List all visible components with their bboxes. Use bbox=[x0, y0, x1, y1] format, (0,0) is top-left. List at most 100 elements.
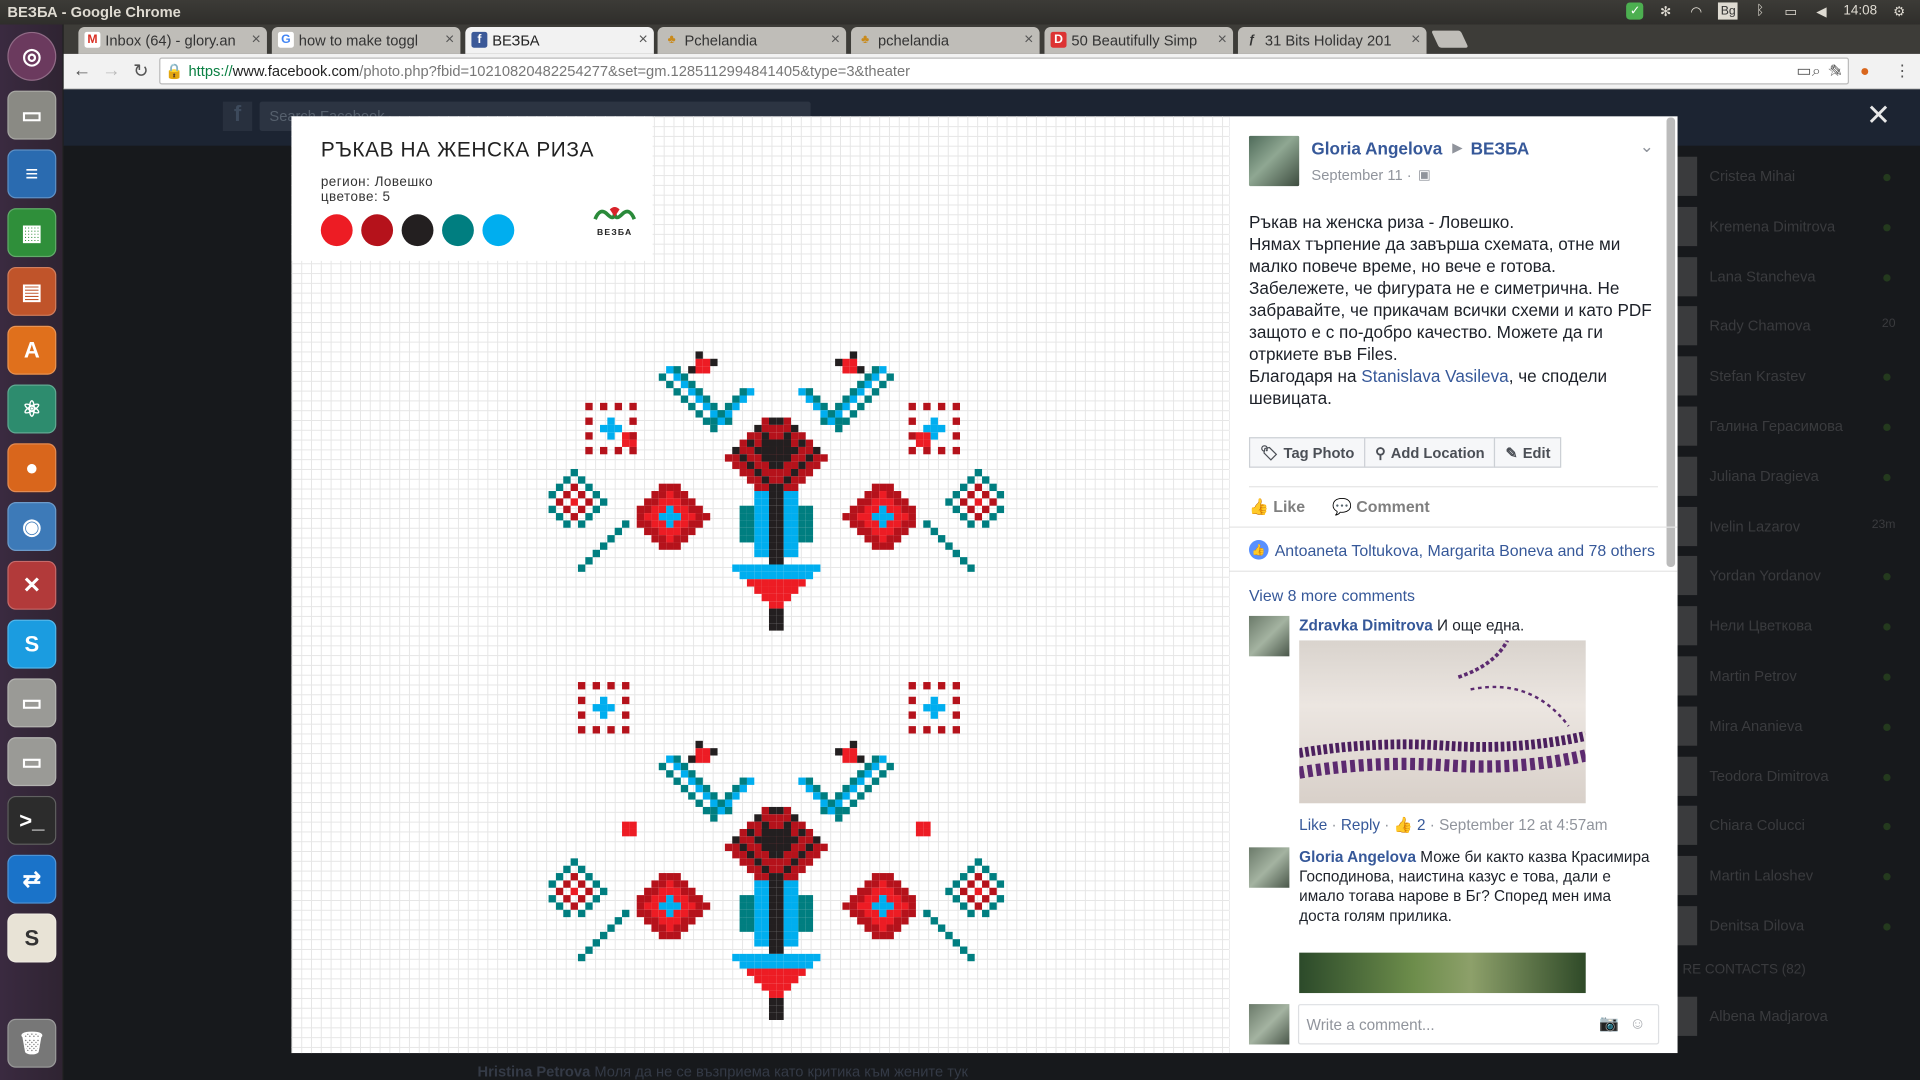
impress-icon[interactable]: ▤ bbox=[7, 266, 57, 316]
comment-author-link[interactable]: Zdravka Dimitrova bbox=[1299, 617, 1433, 634]
browser-tab[interactable]: ♣ pchelandia × bbox=[851, 26, 1040, 54]
close-tab-icon[interactable]: × bbox=[1024, 29, 1033, 47]
browser-tab[interactable]: f ВЕЗБА × bbox=[465, 26, 654, 54]
extension-icon[interactable]: ● bbox=[1860, 61, 1870, 79]
zoom-icon[interactable]: ⌕ bbox=[1812, 61, 1821, 81]
write-comment-input[interactable]: Write a comment... 📷 ☺ bbox=[1297, 1004, 1660, 1045]
skype-icon[interactable]: S bbox=[7, 619, 57, 669]
eyedropper-extension-icon[interactable]: ✎ bbox=[1829, 61, 1842, 81]
files-icon[interactable]: ▭ bbox=[7, 90, 57, 140]
browser-tab[interactable]: ƒ 31 Bits Holiday 201 × bbox=[1237, 26, 1427, 54]
comment-like-count[interactable]: 👍 2 bbox=[1394, 817, 1426, 834]
volume-icon[interactable]: ◀ bbox=[1813, 2, 1830, 19]
chevron-down-icon[interactable]: ⌄ bbox=[1640, 136, 1654, 157]
wifi-icon[interactable]: ◠ bbox=[1688, 2, 1705, 19]
close-tab-icon[interactable]: × bbox=[445, 29, 454, 47]
status-check-icon[interactable]: ✓ bbox=[1626, 2, 1644, 20]
chat-contact[interactable]: Teodora Dimitrova bbox=[1677, 751, 1920, 800]
close-theater-icon[interactable]: ✕ bbox=[1866, 98, 1891, 134]
likes-summary[interactable]: 👍 Antoaneta Toltukova, Margarita Boneva … bbox=[1248, 540, 1655, 560]
facebook-logo-icon[interactable]: f bbox=[222, 101, 253, 132]
photo-viewer[interactable]: РЪКАВ НА ЖЕНСКА РИЗА регион: Ловешко цве… bbox=[291, 116, 1230, 1054]
chat-contact[interactable]: Juliana Dragieva bbox=[1677, 452, 1920, 501]
cast-icon[interactable]: ▭ bbox=[1796, 61, 1811, 81]
chat-contact[interactable]: Yordan Yordanov bbox=[1677, 551, 1920, 600]
comment-author-link[interactable]: Gloria Angelova bbox=[1299, 849, 1416, 866]
ubuntu-dash-icon[interactable]: ◎ bbox=[7, 31, 57, 81]
close-tab-icon[interactable]: × bbox=[1411, 29, 1420, 47]
trash-icon[interactable]: 🗑 bbox=[7, 1018, 57, 1068]
chat-contact[interactable]: Denitsa Dilova bbox=[1677, 901, 1920, 950]
writer-icon[interactable]: ≡ bbox=[7, 149, 57, 199]
chat-contact[interactable]: Albena Madjarova bbox=[1677, 992, 1920, 1041]
browser-tab[interactable]: D 50 Beautifully Simp × bbox=[1044, 26, 1234, 54]
bluetooth-icon[interactable]: ᛒ bbox=[1752, 2, 1769, 19]
battery-icon[interactable]: ▭ bbox=[1782, 2, 1799, 19]
disk-icon-2[interactable]: ▭ bbox=[7, 737, 57, 787]
forward-arrow-icon[interactable]: → bbox=[100, 60, 122, 81]
address-bar[interactable]: 🔒 https:// www.facebook.com /photo.php?f… bbox=[159, 57, 1849, 85]
power-gear-icon[interactable]: ⚙ bbox=[1891, 2, 1908, 19]
firefox-icon[interactable]: ● bbox=[7, 443, 57, 493]
post-date[interactable]: September 11 · bbox=[1311, 167, 1411, 184]
tag-photo-button[interactable]: 🏷 Tag Photo bbox=[1248, 437, 1366, 468]
mention-link[interactable]: Stanislava Vasileva bbox=[1361, 366, 1508, 386]
comment-like-link[interactable]: Like bbox=[1299, 817, 1327, 834]
settings-gear-icon[interactable]: ✻ bbox=[1657, 2, 1674, 19]
author-avatar[interactable] bbox=[1248, 135, 1300, 187]
comment-photo-embroidery[interactable] bbox=[1299, 640, 1586, 804]
edit-button[interactable]: ✎ Edit bbox=[1494, 437, 1562, 468]
emoji-icon[interactable]: ☺ bbox=[1629, 1014, 1645, 1032]
post-author-link[interactable]: Gloria Angelova bbox=[1311, 138, 1442, 158]
disk-icon[interactable]: ▭ bbox=[7, 678, 57, 728]
audience-group-icon[interactable]: ▣ bbox=[1418, 167, 1431, 183]
chat-contact[interactable]: Martin Laloshev bbox=[1677, 851, 1920, 900]
close-tab-icon[interactable]: × bbox=[638, 29, 647, 47]
comment-photo-pomegranate[interactable] bbox=[1299, 952, 1586, 994]
back-arrow-icon[interactable]: ← bbox=[71, 60, 93, 81]
slack-icon[interactable]: S bbox=[7, 913, 57, 963]
close-tab-icon[interactable]: × bbox=[831, 29, 840, 47]
commenter-avatar[interactable] bbox=[1248, 615, 1290, 657]
chat-contact[interactable]: Stefan Krastev bbox=[1677, 352, 1920, 401]
close-tab-icon[interactable]: × bbox=[252, 29, 261, 47]
chat-contact[interactable]: Kremena Dimitrova bbox=[1677, 202, 1920, 251]
chat-contact[interactable]: Martin Petrov bbox=[1677, 651, 1920, 700]
chat-contact[interactable]: Rady Chamova 20 bbox=[1677, 302, 1920, 351]
commenter-avatar[interactable] bbox=[1248, 847, 1290, 888]
like-button[interactable]: 👍 Like bbox=[1249, 497, 1305, 517]
keyboard-language-indicator[interactable]: Bg bbox=[1718, 2, 1739, 20]
view-more-comments-link[interactable]: View 8 more comments bbox=[1249, 587, 1415, 605]
chat-contact[interactable]: Cristea Mihai bbox=[1677, 152, 1920, 201]
menu-dots-icon[interactable]: ⋮ bbox=[1894, 61, 1910, 81]
chrome-icon[interactable]: ◉ bbox=[7, 502, 57, 552]
chat-contact[interactable]: Ivelin Lazarov 23m bbox=[1677, 502, 1920, 551]
comment-button[interactable]: 💬 Comment bbox=[1332, 497, 1430, 517]
reload-icon[interactable]: ↻ bbox=[130, 60, 152, 82]
group-link[interactable]: ВЕЗБА bbox=[1471, 138, 1530, 158]
atom-icon[interactable]: ⚛ bbox=[7, 384, 57, 434]
clock[interactable]: 14:08 bbox=[1843, 4, 1877, 19]
sidebar-scrollbar[interactable] bbox=[1666, 117, 1676, 567]
calc-icon[interactable]: ▦ bbox=[7, 208, 57, 258]
stitch bbox=[813, 843, 821, 852]
terminal-icon[interactable]: >_ bbox=[7, 795, 57, 845]
chat-contact[interactable]: Галина Герасимова bbox=[1677, 402, 1920, 451]
lock-icon: 🔒 bbox=[165, 62, 184, 80]
browser-tab[interactable]: M Inbox (64) - glory.an × bbox=[78, 26, 267, 54]
browser-tab[interactable]: ♣ Pchelandia × bbox=[657, 26, 847, 54]
comment-reply-link[interactable]: Reply bbox=[1341, 817, 1380, 834]
browser-tab[interactable]: Ghow to make toggl × bbox=[271, 26, 461, 54]
chat-contact[interactable]: Chiara Colucci bbox=[1677, 801, 1920, 850]
comment-time[interactable]: September 12 at 4:57am bbox=[1439, 817, 1607, 834]
software-center-icon[interactable]: A bbox=[7, 325, 57, 375]
chat-contact[interactable]: Lana Stancheva bbox=[1677, 252, 1920, 301]
chat-contact[interactable]: Mira Ananieva bbox=[1677, 701, 1920, 750]
teamviewer-icon[interactable]: ⇄ bbox=[7, 854, 57, 904]
system-settings-icon[interactable]: ✕ bbox=[7, 560, 57, 610]
add-location-button[interactable]: ⚲ Add Location bbox=[1364, 437, 1496, 468]
stitch bbox=[622, 520, 630, 528]
camera-icon[interactable]: 📷 bbox=[1599, 1014, 1619, 1034]
chat-contact[interactable]: Нели Цветкова bbox=[1677, 601, 1920, 650]
close-tab-icon[interactable]: × bbox=[1218, 29, 1227, 47]
